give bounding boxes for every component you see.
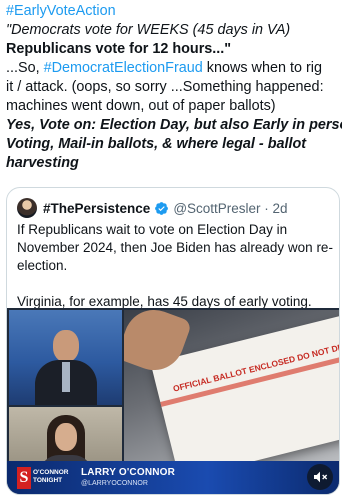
tweet-line-republicans: Republicans vote for 12 hours...": [6, 41, 232, 57]
avatar[interactable]: [17, 198, 37, 218]
tweet-line-machines: machines went down, out of paper ballots…: [6, 98, 276, 114]
video-panel-anchor: [9, 310, 122, 405]
show-logo: S: [17, 467, 31, 489]
tweet-line-voting: Voting, Mail-in ballots, & where legal -…: [6, 136, 307, 152]
verified-badge-icon: [155, 201, 169, 215]
tweet-text: #EarlyVoteAction "Democrats vote for WEE…: [6, 2, 342, 173]
tweet-line-attack: it / attack. (oops, so sorry ...Somethin…: [6, 79, 324, 95]
news-lower-third: S O'CONNOR TONIGHT LARRY O'CONNOR @LARRY…: [7, 461, 339, 494]
tweet-line-quote-open: "Democrats vote for WEEKS (45 days in VA…: [6, 22, 291, 38]
anchor-name: LARRY O'CONNOR: [81, 467, 176, 478]
hashtag-democrat-election-fraud[interactable]: #DemocratElectionFraud: [44, 60, 203, 76]
mute-button[interactable]: [307, 464, 333, 490]
tweet-line-rig-suffix: knows when to rig: [202, 60, 322, 76]
quoted-tweet-header: #ThePersistence @ScottPresler · 2d: [17, 197, 288, 219]
tweet-line-rig: ...So, #DemocratElectionFraud knows when…: [6, 59, 342, 78]
anchor-handle: @LARRYOCONNOR: [81, 480, 148, 487]
anchor-head: [53, 330, 79, 362]
video-player[interactable]: OFFICIAL BALLOT ENCLOSED DO NOT DELAY S …: [7, 308, 339, 494]
tweet-line-rig-prefix: ...So,: [6, 60, 44, 76]
guest-face: [55, 423, 77, 451]
hashtag-early-vote-action[interactable]: #EarlyVoteAction: [6, 2, 342, 21]
tweet-line-vote-on: Yes, Vote on: Election Day, but also Ear…: [6, 117, 342, 133]
video-panel-ballot: OFFICIAL BALLOT ENCLOSED DO NOT DELAY: [124, 310, 339, 483]
tweet-line-harvesting: harvesting: [6, 155, 79, 171]
show-name: O'CONNOR TONIGHT: [33, 469, 69, 484]
speaker-muted-icon: [314, 471, 328, 483]
anchor-tie: [62, 362, 70, 392]
quoted-paragraph-1: If Republicans wait to vote on Election …: [17, 222, 333, 273]
quoted-display-name[interactable]: #ThePersistence: [43, 201, 150, 216]
quoted-tweet-card[interactable]: #ThePersistence @ScottPresler · 2d If Re…: [6, 187, 340, 495]
quoted-handle-timestamp[interactable]: @ScottPresler · 2d: [173, 201, 287, 216]
